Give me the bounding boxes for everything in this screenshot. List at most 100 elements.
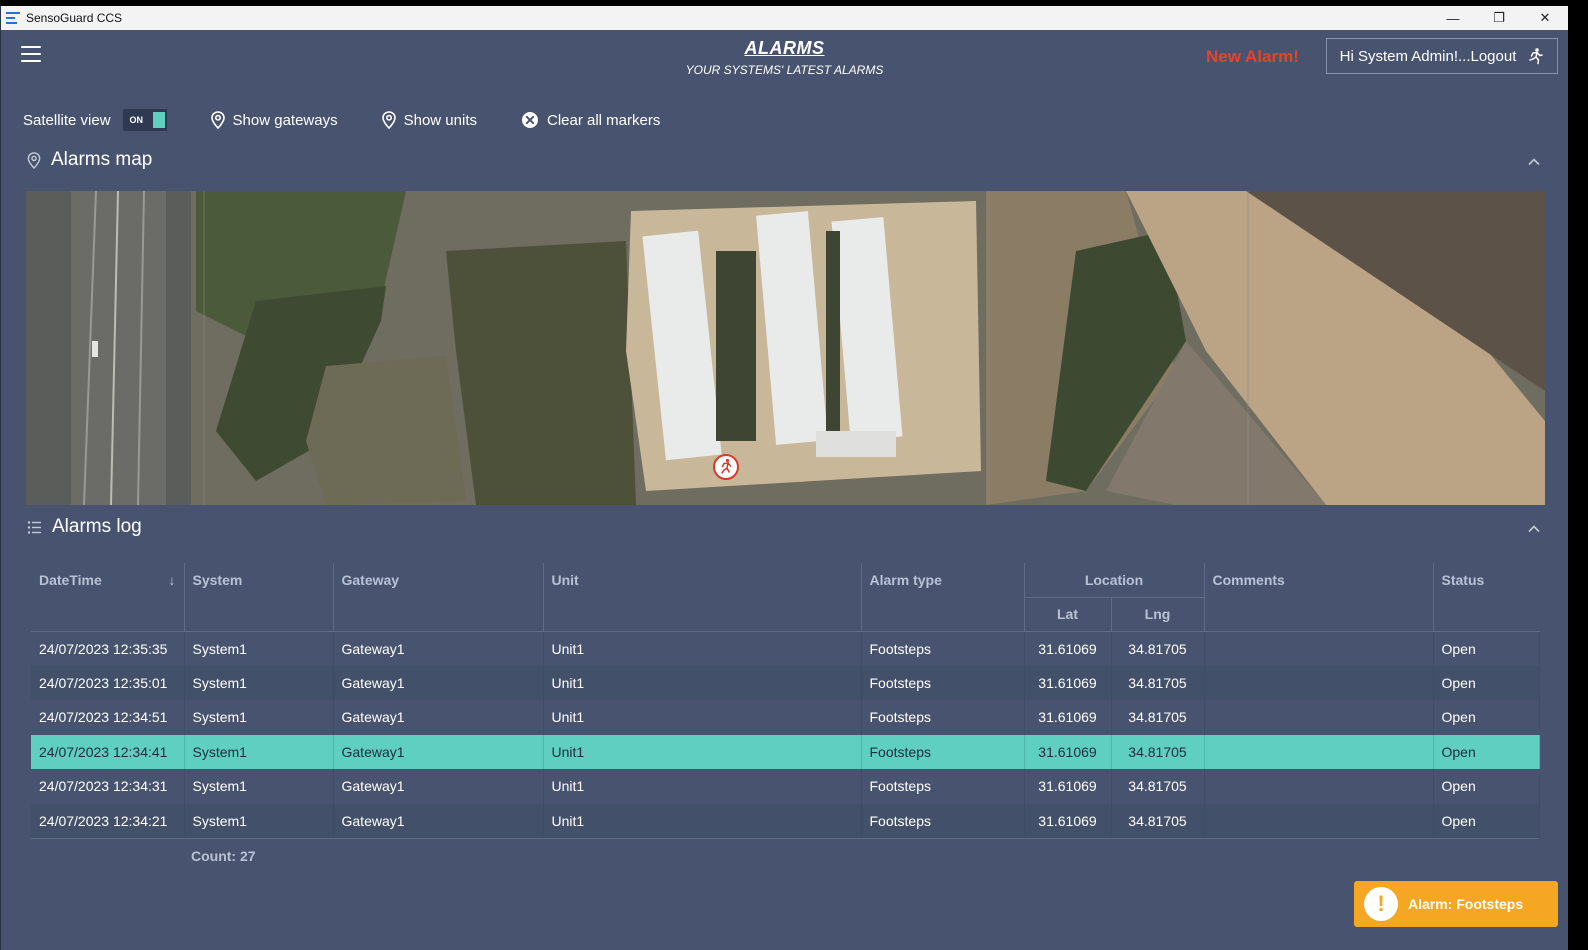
cell-system: System1 xyxy=(184,734,334,769)
cell-comments xyxy=(1204,665,1434,700)
show-units-button[interactable]: Show units xyxy=(381,111,477,129)
datetime-header-label: DateTime xyxy=(39,572,102,588)
table-row[interactable]: 24/07/2023 12:34:21 System1 Gateway1 Unit1 F… xyxy=(31,803,1540,838)
map-pin-icon xyxy=(381,111,396,129)
cell-lng: 34.81705 xyxy=(1111,665,1205,700)
cell-lng: 34.81705 xyxy=(1111,734,1205,769)
window-title: SensoGuard CCS xyxy=(26,11,123,25)
cell-alarm-type: Footsteps xyxy=(861,631,1025,666)
cell-alarm-type: Footsteps xyxy=(861,769,1025,804)
cell-gateway: Gateway1 xyxy=(333,769,544,804)
cell-datetime: 24/07/2023 12:35:01 xyxy=(31,665,185,700)
satellite-view-toggle[interactable]: ON xyxy=(122,109,167,131)
toggle-knob xyxy=(152,112,165,128)
cell-comments xyxy=(1204,700,1434,735)
logout-button[interactable]: Hi System Admin!...Logout xyxy=(1326,38,1558,74)
cell-gateway: Gateway1 xyxy=(333,700,544,735)
column-header-location: Location xyxy=(1024,563,1205,598)
column-header-lat[interactable]: Lat xyxy=(1024,597,1112,632)
column-header-gateway[interactable]: Gateway xyxy=(333,563,544,632)
alarms-table-container: DateTime ↓ System Gateway Unit Alarm typ… xyxy=(31,563,1540,872)
cell-system: System1 xyxy=(184,665,334,700)
column-header-system[interactable]: System xyxy=(184,563,334,632)
cell-unit: Unit1 xyxy=(543,700,862,735)
cell-datetime: 24/07/2023 12:35:35 xyxy=(31,631,185,666)
satellite-imagery xyxy=(26,191,1545,505)
toast-message: Alarm: Footsteps xyxy=(1408,896,1524,912)
column-header-lng[interactable]: Lng xyxy=(1111,597,1205,632)
cell-datetime: 24/07/2023 12:34:31 xyxy=(31,769,185,804)
cell-status: Open xyxy=(1433,665,1540,700)
column-header-datetime[interactable]: DateTime ↓ xyxy=(31,563,185,632)
cell-status: Open xyxy=(1433,631,1540,666)
cell-gateway: Gateway1 xyxy=(333,734,544,769)
table-row[interactable]: 24/07/2023 12:34:31 System1 Gateway1 Unit1 F… xyxy=(31,769,1540,804)
collapse-log-chevron-icon[interactable] xyxy=(1528,523,1540,535)
cell-alarm-type: Footsteps xyxy=(861,665,1025,700)
alarm-toast-notification[interactable]: ! Alarm: Footsteps xyxy=(1354,881,1558,927)
cell-comments xyxy=(1204,803,1434,838)
table-row[interactable]: 24/07/2023 12:35:01 System1 Gateway1 Unit1 F… xyxy=(31,665,1540,700)
cell-system: System1 xyxy=(184,803,334,838)
title-bar: SensoGuard CCS — ❐ ✕ xyxy=(1,6,1568,30)
cell-datetime: 24/07/2023 12:34:51 xyxy=(31,700,185,735)
alarms-map-header[interactable]: Alarms map xyxy=(27,149,152,171)
table-row[interactable]: 24/07/2023 12:34:41 System1 Gateway1 Unit1 F… xyxy=(31,734,1540,769)
map-toolbar: Satellite view ON Show gateways Show uni… xyxy=(23,107,704,133)
table-footer: Count: 27 xyxy=(31,838,1539,872)
column-header-status[interactable]: Status xyxy=(1433,563,1539,632)
clear-markers-label: Clear all markers xyxy=(546,111,661,129)
cell-alarm-type: Footsteps xyxy=(861,803,1025,838)
alarms-log-header[interactable]: Alarms log xyxy=(27,516,142,538)
new-alarm-indicator[interactable]: New Alarm! xyxy=(1206,47,1299,67)
alarm-marker-icon[interactable] xyxy=(712,453,740,481)
map-pin-icon xyxy=(210,111,225,129)
cell-lat: 31.61069 xyxy=(1024,665,1112,700)
toggle-state: ON xyxy=(129,115,144,125)
cell-status: Open xyxy=(1433,769,1540,804)
cell-unit: Unit1 xyxy=(543,803,862,838)
close-button[interactable]: ✕ xyxy=(1522,6,1568,30)
cell-lat: 31.61069 xyxy=(1024,631,1112,666)
cell-system: System1 xyxy=(184,700,334,735)
cell-alarm-type: Footsteps xyxy=(861,734,1025,769)
restore-button[interactable]: ❐ xyxy=(1476,6,1522,30)
cell-alarm-type: Footsteps xyxy=(861,700,1025,735)
table-row[interactable]: 24/07/2023 12:35:35 System1 Gateway1 Unit1 F… xyxy=(31,631,1540,666)
cell-system: System1 xyxy=(184,631,334,666)
cell-lng: 34.81705 xyxy=(1111,700,1205,735)
cell-lat: 31.61069 xyxy=(1024,803,1112,838)
satellite-view-control: Satellite view ON xyxy=(23,109,167,131)
clear-markers-button[interactable]: Clear all markers xyxy=(521,111,660,129)
cell-datetime: 24/07/2023 12:34:41 xyxy=(31,734,185,769)
column-header-comments[interactable]: Comments xyxy=(1204,563,1434,632)
app-icon xyxy=(6,12,20,24)
alarms-map-title: Alarms map xyxy=(51,149,153,170)
clear-circle-icon xyxy=(521,112,538,128)
cell-status: Open xyxy=(1433,734,1540,769)
collapse-map-chevron-icon[interactable] xyxy=(1528,156,1540,168)
cell-unit: Unit1 xyxy=(543,769,862,804)
satellite-view-label: Satellite view xyxy=(23,111,111,129)
warning-exclamation-icon: ! xyxy=(1364,887,1398,921)
map-pin-icon xyxy=(27,151,41,169)
logout-label: Hi System Admin!...Logout xyxy=(1339,47,1517,65)
table-row[interactable]: 24/07/2023 12:34:51 System1 Gateway1 Unit1 F… xyxy=(31,700,1540,735)
cell-lng: 34.81705 xyxy=(1111,769,1205,804)
satellite-map[interactable] xyxy=(26,191,1545,505)
cell-unit: Unit1 xyxy=(543,665,862,700)
app-header: ALARMS YOUR SYSTEMS' LATEST ALARMS New A… xyxy=(1,30,1568,94)
list-icon xyxy=(27,520,41,534)
show-units-label: Show units xyxy=(403,111,477,129)
column-header-unit[interactable]: Unit xyxy=(543,563,862,632)
cell-lng: 34.81705 xyxy=(1111,631,1205,666)
app-window: SensoGuard CCS — ❐ ✕ ALARMS YOUR SYSTEMS… xyxy=(0,6,1568,950)
cell-comments xyxy=(1204,734,1434,769)
alarms-log-title: Alarms log xyxy=(52,516,142,537)
minimize-button[interactable]: — xyxy=(1430,6,1476,30)
cell-gateway: Gateway1 xyxy=(333,665,544,700)
sort-descending-icon[interactable]: ↓ xyxy=(169,572,176,588)
show-gateways-button[interactable]: Show gateways xyxy=(210,111,338,129)
column-header-alarm-type[interactable]: Alarm type xyxy=(861,563,1025,632)
table-header: DateTime ↓ System Gateway Unit Alarm typ… xyxy=(31,563,1539,632)
